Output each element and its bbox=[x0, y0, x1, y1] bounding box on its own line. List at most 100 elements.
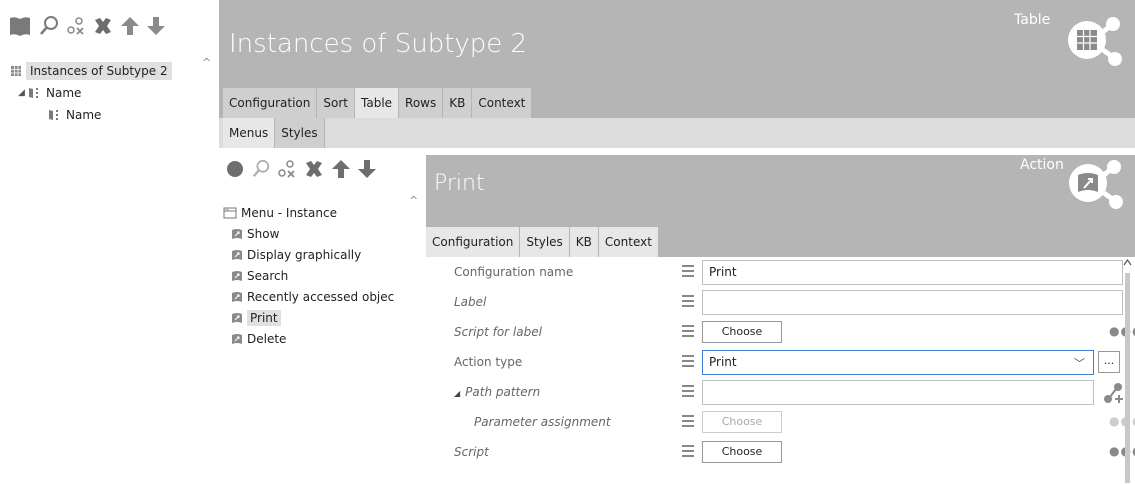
menu-tree: Menu - Instance Show Display graphically… bbox=[223, 202, 418, 349]
tab-rows[interactable]: Rows bbox=[399, 88, 444, 118]
left-tree: Instances of Subtype 2 ◢ Name Name bbox=[0, 60, 200, 126]
search-icon[interactable] bbox=[251, 158, 271, 180]
menu-item-print[interactable]: Print bbox=[223, 307, 418, 328]
tab-sort[interactable]: Sort bbox=[317, 88, 355, 118]
left-toolbar bbox=[8, 6, 166, 46]
delete-icon[interactable] bbox=[92, 15, 114, 37]
form-row-config-name: Configuration name Print bbox=[426, 258, 1135, 288]
form-row-label: Label bbox=[426, 288, 1135, 318]
form-row-script-for-label: Script for label Choose ●●● bbox=[426, 318, 1135, 348]
tab-menus[interactable]: Menus bbox=[223, 118, 276, 148]
action-header: Print Action bbox=[426, 155, 1135, 227]
tab-configuration[interactable]: Configuration bbox=[223, 88, 318, 118]
action-type-more-button[interactable]: ... bbox=[1098, 351, 1120, 373]
attribute-icon bbox=[29, 88, 38, 98]
action-icon bbox=[232, 291, 242, 302]
tree-item-label: Instances of Subtype 2 bbox=[26, 62, 172, 80]
action-type-field-label: Action type bbox=[454, 355, 523, 369]
drag-handle-icon[interactable] bbox=[682, 415, 694, 427]
menu-item-label: Delete bbox=[247, 331, 287, 346]
table-subtabs: Menus Styles bbox=[219, 118, 1135, 148]
action-title: Print bbox=[434, 171, 485, 196]
tree-item-label: Name bbox=[66, 108, 102, 122]
tab-action-styles[interactable]: Styles bbox=[520, 227, 570, 257]
label-input[interactable] bbox=[702, 290, 1123, 315]
tab-action-kb[interactable]: KB bbox=[569, 227, 599, 257]
circle-icon[interactable] bbox=[225, 158, 245, 180]
tab-table[interactable]: Table bbox=[355, 88, 400, 118]
menu-icon bbox=[223, 207, 237, 218]
action-editor-panel: Print Action Configuration Styles KB Con… bbox=[426, 155, 1135, 484]
tree-item-label: Name bbox=[46, 86, 82, 100]
parameter-assignment-choose-button[interactable]: Choose bbox=[702, 411, 782, 433]
action-type-label: Action bbox=[1020, 157, 1064, 173]
menu-item-label: Recently accessed objec bbox=[247, 289, 395, 304]
tree-item-name-parent[interactable]: ◢ Name bbox=[0, 82, 200, 104]
parameter-assignment-label: Parameter assignment bbox=[474, 415, 611, 429]
delete-icon[interactable] bbox=[303, 158, 325, 180]
tab-context[interactable]: Context bbox=[472, 88, 533, 118]
down-arrow-icon[interactable] bbox=[146, 15, 166, 37]
script-for-label-choose-button[interactable]: Choose bbox=[702, 321, 782, 343]
tab-kb[interactable]: KB bbox=[443, 88, 473, 118]
form-scrollbar[interactable] bbox=[1122, 253, 1133, 484]
down-arrow-icon[interactable] bbox=[357, 158, 377, 180]
script-choose-button[interactable]: Choose bbox=[702, 441, 782, 463]
config-name-input[interactable]: Print bbox=[702, 260, 1123, 285]
action-type-value: Print bbox=[709, 355, 737, 369]
menu-item-display-graphically[interactable]: Display graphically bbox=[223, 244, 418, 265]
main-panel: Instances of Subtype 2 Table Configurati… bbox=[219, 0, 1135, 484]
menu-root-label: Menu - Instance bbox=[241, 205, 337, 220]
script-for-label-label: Script for label bbox=[454, 325, 542, 339]
action-icon bbox=[232, 270, 242, 281]
scroll-up-caret-icon[interactable]: ^ bbox=[202, 56, 211, 69]
link-icon[interactable] bbox=[66, 15, 86, 37]
menu-item-label: Print bbox=[247, 309, 281, 326]
action-icon bbox=[232, 228, 242, 239]
drag-handle-icon[interactable] bbox=[682, 445, 694, 457]
menu-toolbar bbox=[225, 158, 377, 180]
menu-item-recently-accessed[interactable]: Recently accessed objec bbox=[223, 286, 418, 307]
link-icon[interactable] bbox=[277, 158, 297, 180]
menu-item-label: Display graphically bbox=[247, 247, 362, 262]
drag-handle-icon[interactable] bbox=[682, 385, 694, 397]
form-row-script: Script Choose ●●● bbox=[426, 438, 1135, 468]
left-tree-panel: Instances of Subtype 2 ◢ Name Name ^ bbox=[0, 0, 211, 484]
action-tabs: Configuration Styles KB Context bbox=[426, 227, 1135, 257]
page-title: Instances of Subtype 2 bbox=[229, 29, 528, 59]
menu-item-label: Show bbox=[247, 226, 280, 241]
main-tabs: Configuration Sort Table Rows KB Context bbox=[219, 88, 1135, 118]
action-icon bbox=[232, 249, 242, 260]
menu-root[interactable]: Menu - Instance bbox=[223, 202, 418, 223]
chevron-down-icon[interactable]: ﹀ bbox=[1074, 355, 1085, 371]
up-arrow-icon[interactable] bbox=[120, 15, 140, 37]
path-pattern-label: ◢ Path pattern bbox=[454, 385, 540, 399]
script-label: Script bbox=[454, 445, 489, 459]
action-icon bbox=[232, 333, 242, 344]
expand-triangle-icon[interactable]: ◢ bbox=[18, 88, 28, 98]
tab-action-configuration[interactable]: Configuration bbox=[426, 227, 521, 257]
search-icon[interactable] bbox=[38, 15, 60, 37]
path-pattern-input[interactable] bbox=[702, 380, 1094, 405]
book-icon[interactable] bbox=[8, 15, 32, 37]
menu-item-search[interactable]: Search bbox=[223, 265, 418, 286]
attribute-icon bbox=[49, 110, 58, 120]
collapse-triangle-icon[interactable]: ◢ bbox=[454, 389, 460, 398]
action-type-select[interactable]: Print ﹀ bbox=[702, 350, 1094, 375]
config-name-label: Configuration name bbox=[454, 265, 574, 279]
tree-item-name-child[interactable]: Name bbox=[0, 104, 200, 126]
up-arrow-icon[interactable] bbox=[331, 158, 351, 180]
menu-item-delete[interactable]: Delete bbox=[223, 328, 418, 349]
tab-action-context[interactable]: Context bbox=[598, 227, 659, 257]
main-header: Instances of Subtype 2 Table bbox=[219, 0, 1135, 88]
drag-handle-icon[interactable] bbox=[682, 295, 694, 307]
label-field-label: Label bbox=[454, 295, 487, 309]
action-icon bbox=[232, 312, 242, 323]
drag-handle-icon[interactable] bbox=[682, 355, 694, 367]
tree-item-instances[interactable]: Instances of Subtype 2 bbox=[0, 60, 200, 82]
tab-styles[interactable]: Styles bbox=[275, 118, 325, 148]
table-type-label: Table bbox=[1014, 12, 1051, 28]
drag-handle-icon[interactable] bbox=[682, 325, 694, 337]
drag-handle-icon[interactable] bbox=[682, 265, 694, 277]
menu-item-show[interactable]: Show bbox=[223, 223, 418, 244]
